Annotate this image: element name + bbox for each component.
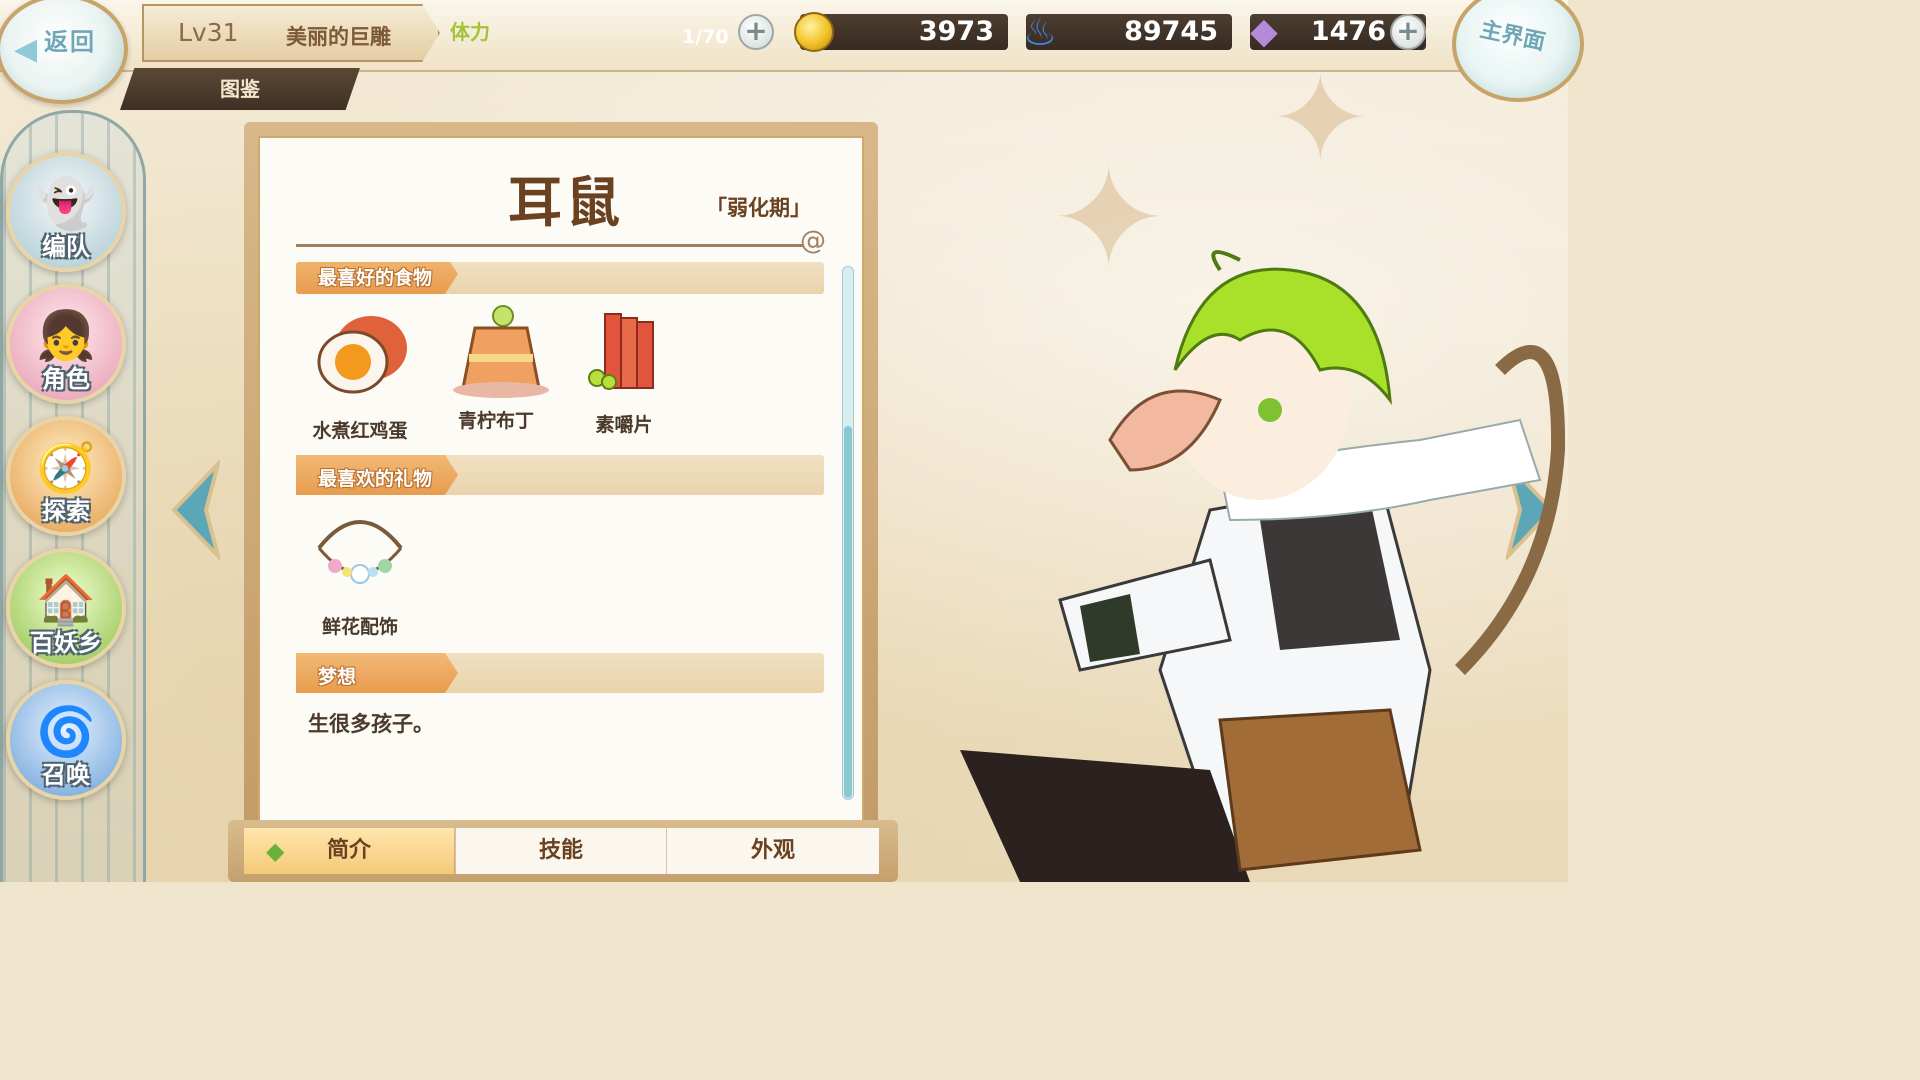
player-level: Lv31 xyxy=(178,18,239,47)
character-name: 耳鼠 xyxy=(508,171,624,234)
tab-label: 简介 xyxy=(326,838,371,863)
character-stage: 「弱化期」 xyxy=(706,196,811,220)
dream-text: 生很多孩子。 xyxy=(308,712,434,736)
food-item[interactable]: 青柠布丁 xyxy=(436,302,556,433)
section-tag: 梦想 xyxy=(296,653,458,693)
sidebar-item-label: 探索 xyxy=(42,497,90,525)
home-label: 主界面 xyxy=(1477,17,1548,56)
section-title: 梦想 xyxy=(318,666,357,688)
previous-arrow-button[interactable] xyxy=(168,460,220,560)
section-header-gift: 最喜欢的礼物 xyxy=(296,455,824,495)
title-divider xyxy=(296,244,804,247)
tab-label: 外观 xyxy=(750,838,795,863)
blue-flame-icon: ♨ xyxy=(1022,10,1058,54)
section-tag: 最喜好的食物 xyxy=(296,262,458,294)
sidebar-item-village[interactable]: 🏠 百妖乡 xyxy=(6,548,126,668)
food-name: 青柠布丁 xyxy=(457,410,534,432)
tab-skills[interactable]: 技能 xyxy=(455,828,666,874)
sidebar-item-characters[interactable]: 👧 角色 xyxy=(6,284,126,404)
gift-item[interactable]: 鲜花配饰 xyxy=(300,508,420,639)
food-item[interactable]: 素嚼片 xyxy=(564,308,684,437)
stamina-label: 体力 xyxy=(450,20,490,44)
section-header-dream: 梦想 xyxy=(296,653,824,693)
sidebar-item-label: 百妖乡 xyxy=(30,629,102,657)
lime-pudding-icon xyxy=(441,302,551,402)
stamina-bar: 体力 1/70 xyxy=(446,14,768,50)
scrollbar-thumb[interactable] xyxy=(844,426,852,798)
section-title: 最喜欢的礼物 xyxy=(318,468,433,490)
gem-value: 1476 xyxy=(1310,16,1386,47)
add-stamina-button[interactable]: + xyxy=(738,14,774,50)
player-level-plate: Lv31 美丽的巨雕 xyxy=(142,4,440,62)
back-label: 返回 xyxy=(44,28,96,56)
player-name: 美丽的巨雕 xyxy=(286,25,391,49)
swirl-ornament-icon: @ xyxy=(800,226,826,256)
soul-fire-value: 89745 xyxy=(1124,16,1218,47)
tab-appearance[interactable]: 外观 xyxy=(666,828,879,874)
sidebar-item-explore[interactable]: 🧭 探索 xyxy=(6,416,126,536)
star-decoration: ✦ xyxy=(1270,50,1371,189)
sidebar-item-label: 编队 xyxy=(42,233,90,261)
gift-name: 鲜花配饰 xyxy=(321,616,398,638)
back-arrow-icon: ◀ xyxy=(14,32,38,67)
tab-label: 技能 xyxy=(538,838,583,863)
sidebar-item-label: 召唤 xyxy=(42,761,90,789)
food-name: 素嚼片 xyxy=(595,414,653,436)
section-title: 最喜好的食物 xyxy=(318,267,433,289)
page-title-tab: 图鉴 xyxy=(120,68,360,110)
stamina-value: 1/70 xyxy=(682,26,729,48)
sidebar-item-summon[interactable]: 🌀 召唤 xyxy=(6,680,126,800)
character-illustration xyxy=(960,250,1566,882)
sidebar-item-label: 角色 xyxy=(42,365,90,393)
flower-necklace-icon xyxy=(305,508,415,598)
coin-icon xyxy=(794,12,834,52)
tab-intro[interactable]: ◆ 简介 xyxy=(244,828,454,874)
food-name: 水煮红鸡蛋 xyxy=(312,420,408,442)
jerky-slices-icon xyxy=(569,308,679,402)
sidebar-item-team[interactable]: 👻 编队 xyxy=(6,152,126,272)
crystal-icon: ◆ xyxy=(1250,11,1278,52)
food-item[interactable]: 水煮红鸡蛋 xyxy=(300,312,420,443)
leaf-icon: ◆ xyxy=(266,837,285,865)
coin-value: 3973 xyxy=(918,16,994,47)
add-gems-button[interactable]: + xyxy=(1390,14,1426,50)
boiled-egg-icon xyxy=(305,312,415,402)
section-tag: 最喜欢的礼物 xyxy=(296,455,458,495)
section-header-food: 最喜好的食物 xyxy=(296,262,824,294)
